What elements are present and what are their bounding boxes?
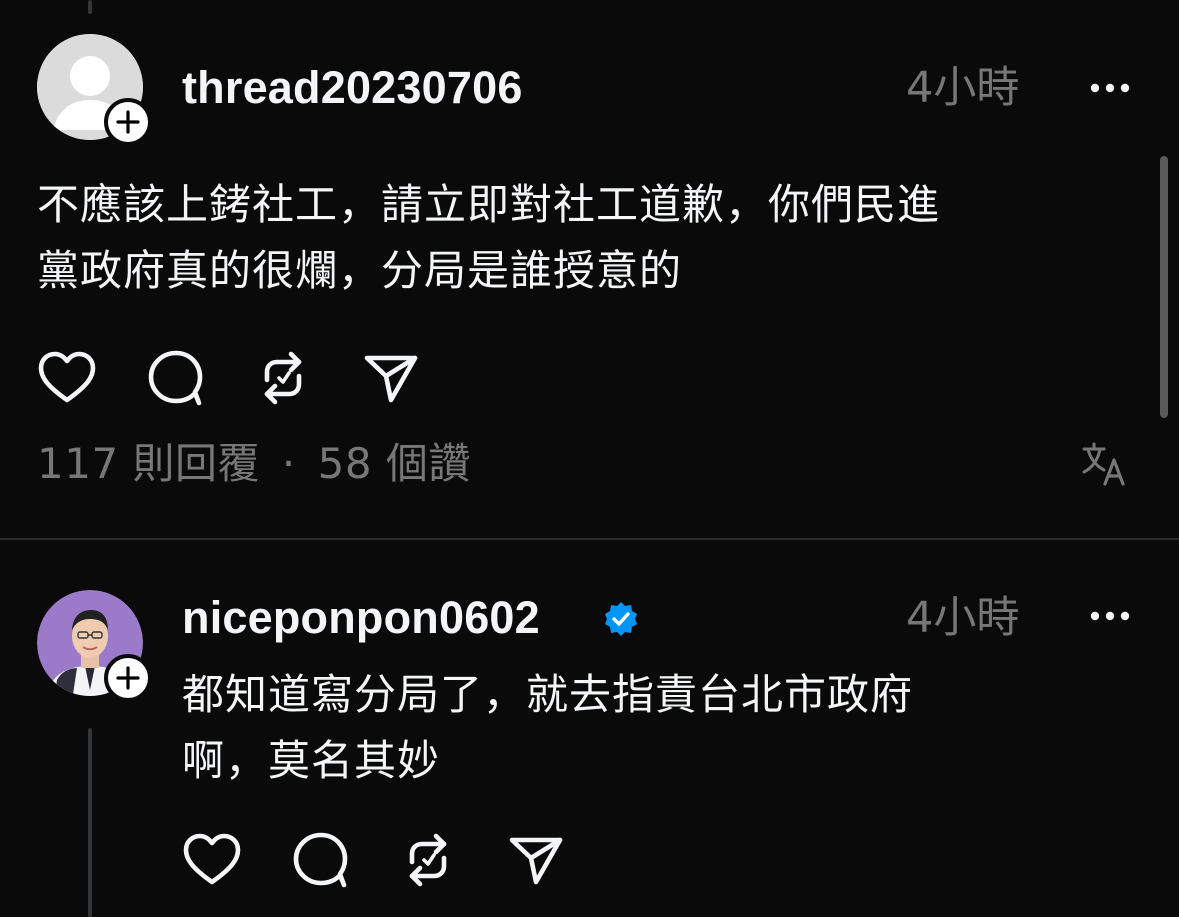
more-horizontal-icon: [1090, 83, 1130, 93]
scrollbar[interactable]: [1160, 156, 1168, 418]
replies-count[interactable]: 117 則回覆: [37, 439, 260, 488]
post-time: 4小時: [906, 593, 1020, 643]
post-time: 4小時: [906, 63, 1020, 113]
post-text-line: 啊，莫名其妙: [182, 736, 441, 785]
send-icon: [364, 355, 418, 403]
share-button[interactable]: [361, 346, 469, 410]
thread-connector-top: [88, 0, 92, 14]
comment-bubble-icon: [293, 832, 348, 888]
post-actions: [37, 346, 469, 410]
likes-count[interactable]: 58 個讚: [318, 439, 471, 488]
send-icon: [509, 837, 563, 885]
post-text-line: 黨政府真的很爛，分局是誰授意的: [37, 246, 683, 295]
comment-button[interactable]: [145, 346, 253, 410]
thread-connector: [88, 728, 92, 917]
share-button[interactable]: [506, 828, 614, 892]
post-body: 都知道寫分局了，就去指責台北市政府 啊，莫名其妙: [182, 662, 913, 794]
post-body: 不應該上銬社工，請立即對社工道歉，你們民進 黨政府真的很爛，分局是誰授意的: [37, 172, 940, 304]
follow-button[interactable]: [104, 98, 152, 146]
more-options-button[interactable]: [1087, 606, 1133, 626]
repost-button[interactable]: [253, 346, 361, 410]
translate-button[interactable]: [1080, 440, 1128, 488]
username[interactable]: thread20230706: [182, 60, 523, 116]
post-text-line: 不應該上銬社工，請立即對社工道歉，你們民進: [37, 180, 941, 229]
like-button[interactable]: [37, 346, 145, 410]
post-divider: [0, 538, 1179, 540]
heart-icon: [183, 833, 241, 885]
repost-icon: [409, 833, 447, 887]
post-stats: 117 則回覆 · 58 個讚: [37, 436, 471, 492]
translate-icon: [1082, 442, 1125, 486]
like-button[interactable]: [182, 828, 290, 892]
post-actions: [182, 828, 614, 892]
repost-button[interactable]: [398, 828, 506, 892]
comment-button[interactable]: [290, 828, 398, 892]
verified-badge-icon: [605, 602, 637, 636]
plus-icon: [116, 110, 140, 134]
more-options-button[interactable]: [1087, 78, 1133, 98]
repost-icon: [264, 351, 302, 405]
plus-icon: [116, 666, 140, 690]
verified-badge: [602, 600, 640, 638]
heart-icon: [38, 351, 96, 403]
stats-separator: ·: [281, 439, 296, 488]
comment-bubble-icon: [148, 350, 203, 406]
post-text-line: 都知道寫分局了，就去指責台北市政府: [182, 670, 914, 719]
more-horizontal-icon: [1090, 611, 1130, 621]
follow-button[interactable]: [104, 654, 152, 702]
username[interactable]: niceponpon0602: [182, 590, 540, 646]
